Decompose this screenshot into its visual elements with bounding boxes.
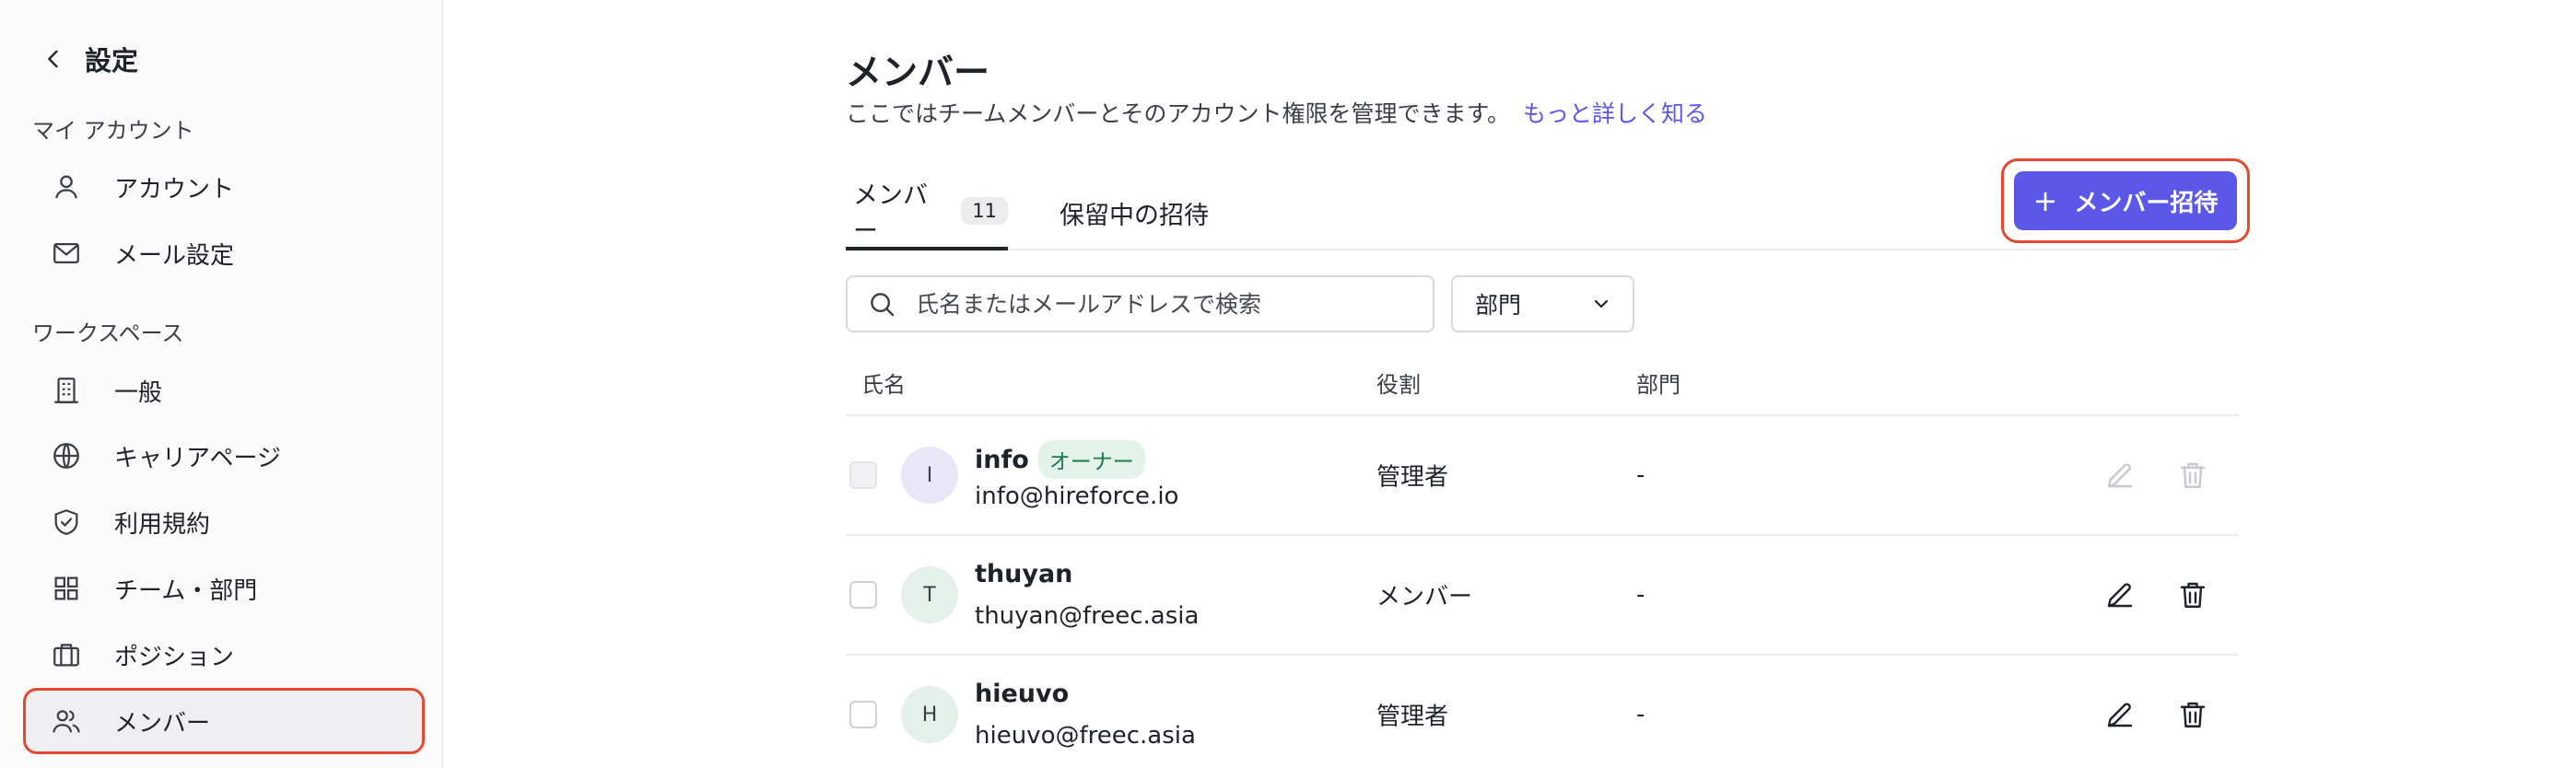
delete-button[interactable] (2174, 696, 2211, 733)
tab-pending-invites[interactable]: 保留中の招待 (1060, 175, 1209, 250)
avatar: H (901, 686, 958, 743)
invite-button-highlight: + メンバー招待 (2001, 158, 2250, 243)
sidebar-item-general[interactable]: 一般 (26, 360, 422, 421)
table-row: I info オーナー info@hireforce.io 管理者 - (846, 416, 2239, 536)
trash-icon (2180, 582, 2206, 608)
tab-members-label: メンバー (853, 181, 928, 246)
member-department: - (1636, 701, 1645, 728)
sidebar-item-members[interactable]: メンバー (23, 688, 425, 754)
edit-button (2102, 457, 2138, 494)
users-icon (50, 704, 83, 738)
avatar: T (901, 566, 958, 623)
pencil-icon (2107, 703, 2133, 727)
trash-icon (2180, 702, 2206, 727)
sidebar-item-career-page[interactable]: キャリアページ (26, 425, 422, 486)
column-header-role[interactable]: 役割 (1376, 367, 1421, 399)
grid-icon (50, 572, 83, 605)
sidebar-item-teams-departments[interactable]: チーム・部門 (26, 558, 422, 619)
member-email: info@hireforce.io (975, 483, 1179, 510)
sidebar-item-terms[interactable]: 利用規約 (26, 492, 422, 553)
member-department: - (1636, 461, 1645, 489)
search-input[interactable] (916, 290, 1413, 318)
tab-members[interactable]: メンバー 11 (846, 175, 1008, 250)
plus-icon: + (2032, 183, 2058, 218)
tab-pending-label: 保留中の招待 (1060, 201, 1209, 230)
sidebar-item-label: アカウント (114, 175, 235, 204)
search-box[interactable] (846, 275, 1434, 332)
department-filter[interactable]: 部門 (1451, 275, 1634, 332)
member-name-line: hieuvo (975, 680, 1069, 708)
edit-button[interactable] (2102, 696, 2138, 733)
member-name-line: info オーナー (975, 440, 1145, 479)
row-checkbox[interactable] (849, 701, 877, 728)
sidebar-item-label: メンバー (114, 709, 211, 738)
column-header-department[interactable]: 部門 (1636, 367, 1680, 399)
pencil-icon (2107, 583, 2133, 608)
sidebar-item-label: キャリアページ (114, 444, 281, 472)
sidebar-item-label: チーム・部門 (114, 576, 258, 605)
member-name: info (975, 445, 1029, 474)
sidebar-item-positions[interactable]: ポジション (26, 624, 422, 685)
sidebar-item-account[interactable]: アカウント (26, 157, 422, 217)
settings-title: 設定 (85, 45, 139, 76)
mail-icon (50, 237, 83, 270)
shield-check-icon (50, 506, 83, 539)
sidebar-item-label: 利用規約 (114, 510, 211, 539)
edit-button[interactable] (2102, 576, 2138, 613)
sidebar: 設定 マイ アカウント アカウント メール設定 ワークスペース 一般 キャリアペ… (0, 0, 443, 768)
back-to-settings[interactable]: 設定 (41, 41, 138, 77)
member-email: thuyan@freec.asia (975, 602, 1200, 630)
avatar: I (901, 447, 958, 504)
pencil-icon (2107, 463, 2133, 488)
member-role: メンバー (1376, 583, 1473, 611)
section-workspace: ワークスペース (32, 320, 184, 346)
chevron-down-icon (1594, 299, 1609, 308)
delete-button[interactable] (2174, 576, 2211, 613)
page-title: メンバー (846, 52, 990, 94)
member-email: hieuvo@freec.asia (975, 722, 1196, 750)
member-name: thuyan (975, 560, 1073, 588)
table-row: H hieuvo hieuvo@freec.asia 管理者 - (846, 656, 2239, 768)
member-role: 管理者 (1376, 703, 1449, 731)
globe-icon (50, 439, 83, 472)
department-filter-value: 部門 (1475, 292, 1522, 319)
delete-button (2174, 457, 2211, 494)
sidebar-item-label: メール設定 (114, 241, 235, 270)
members-count-badge: 11 (961, 197, 1008, 225)
building-icon (50, 374, 83, 407)
user-icon (50, 170, 83, 204)
owner-badge: オーナー (1037, 440, 1145, 479)
section-my-account: マイ アカウント (32, 118, 194, 144)
page-description: ここではチームメンバーとそのアカウント権限を管理できます。 もっと詳しく知る (846, 96, 1707, 129)
member-name-line: thuyan (975, 560, 1072, 588)
table-row: T thuyan thuyan@freec.asia メンバー - (846, 536, 2239, 656)
chevron-left-icon (48, 50, 58, 68)
member-department: - (1636, 581, 1645, 609)
invite-member-button[interactable]: + メンバー招待 (2014, 171, 2237, 230)
sidebar-item-mail-settings[interactable]: メール設定 (26, 223, 422, 284)
invite-member-label: メンバー招待 (2074, 189, 2219, 217)
row-checkbox[interactable] (849, 581, 877, 609)
sidebar-item-label: 一般 (114, 378, 163, 407)
member-role: 管理者 (1376, 463, 1449, 492)
column-header-name[interactable]: 氏名 (861, 367, 906, 399)
trash-icon (2180, 462, 2206, 488)
search-icon (871, 293, 895, 317)
briefcase-icon (50, 638, 83, 671)
page-description-text: ここではチームメンバーとそのアカウント権限を管理できます。 (846, 100, 1511, 127)
sidebar-item-label: ポジション (114, 643, 235, 671)
row-checkbox (849, 461, 877, 489)
learn-more-link[interactable]: もっと詳しく知る (1523, 100, 1707, 127)
member-name: hieuvo (975, 680, 1070, 708)
